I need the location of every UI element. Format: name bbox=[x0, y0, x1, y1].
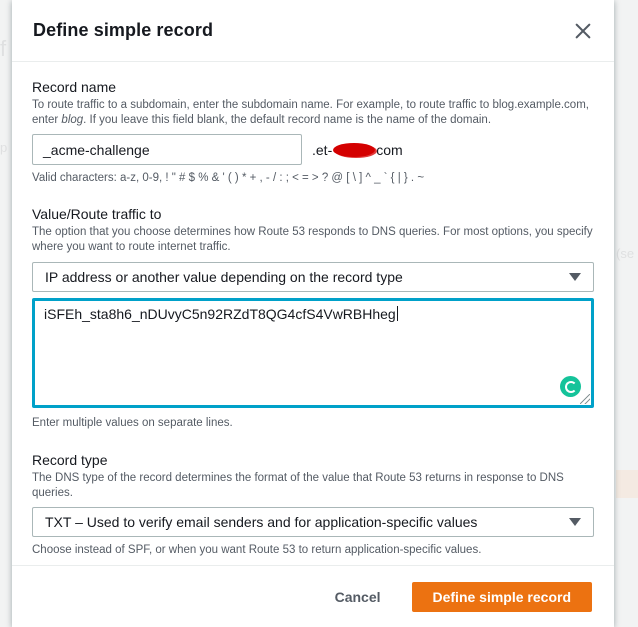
dialog-body: Record name To route traffic to a subdom… bbox=[12, 62, 614, 557]
record-name-label: Record name bbox=[32, 79, 117, 95]
resize-grip-icon[interactable] bbox=[580, 394, 590, 404]
domain-suffix-end: com bbox=[376, 141, 403, 158]
record-name-desc-example: blog bbox=[61, 114, 84, 126]
record-type-hint: Choose instead of SPF, or when you want … bbox=[32, 544, 482, 556]
record-value-text: iSFEh_sta8h6_nDUvyC5n92RZdT8QG4cfS4VwRBH… bbox=[44, 306, 396, 322]
record-name-row: _acme-challenge .et-com bbox=[32, 134, 594, 165]
record-type-label: Record type bbox=[32, 452, 108, 468]
record-name-description: To route traffic to a subdomain, enter t… bbox=[32, 98, 594, 128]
dialog-header: Define simple record bbox=[12, 0, 614, 62]
dialog-footer: Cancel Define simple record bbox=[12, 565, 614, 627]
record-type-select[interactable]: TXT – Used to verify email senders and f… bbox=[32, 507, 594, 537]
route-type-select[interactable]: IP address or another value depending on… bbox=[32, 262, 594, 292]
domain-suffix: .et-com bbox=[312, 142, 403, 158]
text-cursor bbox=[396, 306, 398, 321]
domain-suffix-start: .et- bbox=[312, 141, 333, 158]
define-simple-record-button[interactable]: Define simple record bbox=[411, 581, 592, 612]
record-name-field: Record name To route traffic to a subdom… bbox=[32, 78, 594, 185]
value-route-label: Value/Route traffic to bbox=[32, 206, 162, 222]
define-simple-record-dialog: Define simple record Record name To rout… bbox=[12, 0, 614, 627]
value-route-field: Value/Route traffic to The option that y… bbox=[32, 205, 594, 430]
route-type-selected-value: IP address or another value depending on… bbox=[45, 269, 403, 285]
record-name-hint: Valid characters: a-z, 0-9, ! " # $ % & … bbox=[32, 172, 425, 184]
close-icon[interactable] bbox=[572, 20, 594, 42]
record-value-textarea[interactable]: iSFEh_sta8h6_nDUvyC5n92RZdT8QG4cfS4VwRBH… bbox=[32, 298, 594, 408]
record-name-desc-text-end: . If you leave this field blank, the def… bbox=[83, 114, 492, 126]
value-route-description: The option that you choose determines ho… bbox=[32, 226, 593, 253]
record-type-selected-value: TXT – Used to verify email senders and f… bbox=[45, 514, 478, 530]
value-route-hint: Enter multiple values on separate lines. bbox=[32, 417, 233, 429]
record-name-input[interactable]: _acme-challenge bbox=[32, 134, 302, 165]
redaction-mark bbox=[333, 142, 376, 157]
record-type-field: Record type The DNS type of the record d… bbox=[32, 451, 594, 557]
cancel-button[interactable]: Cancel bbox=[335, 589, 381, 605]
dialog-title: Define simple record bbox=[33, 20, 214, 40]
chevron-down-icon bbox=[569, 518, 581, 526]
grammarly-icon[interactable] bbox=[560, 376, 581, 397]
chevron-down-icon bbox=[569, 273, 581, 281]
record-type-description: The DNS type of the record determines th… bbox=[32, 472, 564, 499]
